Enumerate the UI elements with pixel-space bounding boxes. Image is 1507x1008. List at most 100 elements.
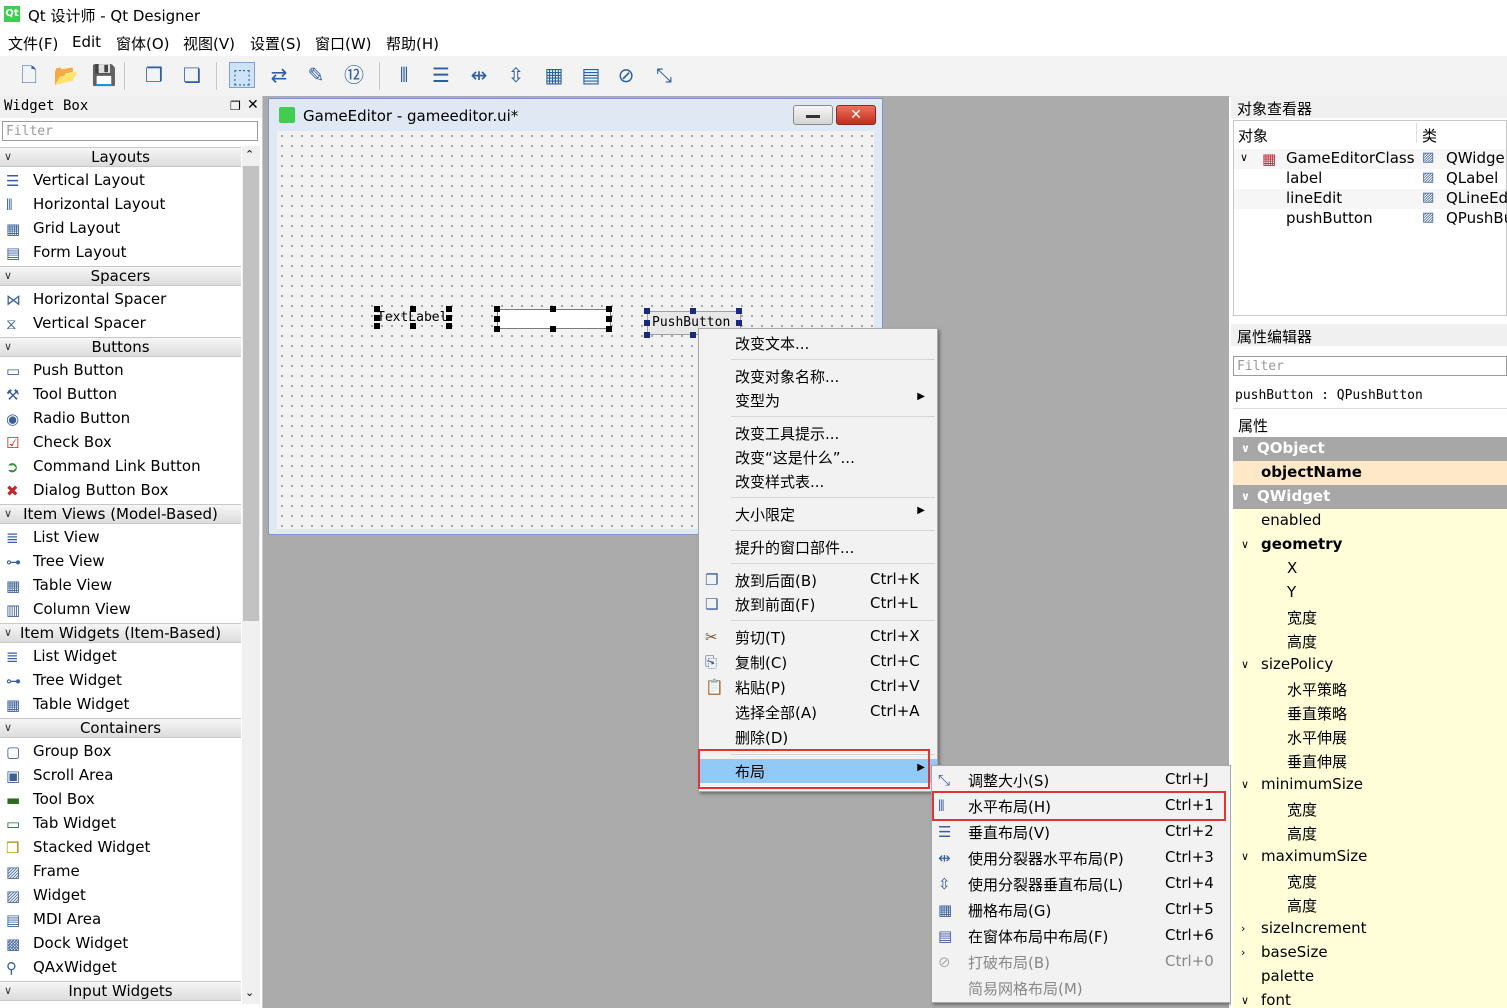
menu-item-5[interactable]: ▦ 栅格布局(G) Ctrl+5 xyxy=(932,898,1230,922)
widget-item-command-link-button[interactable]: ➲ Command Link Button xyxy=(0,455,241,479)
chevron-down-icon[interactable]: ∨ xyxy=(1241,778,1249,791)
widget-item-tool-button[interactable]: ⚒ Tool Button xyxy=(0,383,241,407)
menu-item-19[interactable]: 选择全部(A) Ctrl+A xyxy=(699,700,937,724)
property-row-14[interactable]: ∨ minimumSize xyxy=(1233,773,1507,798)
widget-item-tool-box[interactable]: ▬ Tool Box xyxy=(0,788,241,812)
menu-item-3[interactable]: 变型为 ▶ xyxy=(699,388,937,412)
object-row-label[interactable]: label ▨ QLabel xyxy=(1234,169,1506,189)
scrollbar-thumb[interactable] xyxy=(243,166,259,621)
open-file-icon[interactable]: 📂 xyxy=(53,62,79,88)
menu-item-9[interactable]: 大小限定 ▶ xyxy=(699,502,937,526)
property-row-10[interactable]: 水平策略 xyxy=(1233,677,1507,702)
category-spacers[interactable]: ∨ Spacers xyxy=(0,266,241,286)
property-row-1[interactable]: objectName xyxy=(1233,461,1507,486)
menu-item-16[interactable]: ✂ 剪切(T) Ctrl+X xyxy=(699,625,937,649)
widget-item-list-widget[interactable]: ≣ List Widget xyxy=(0,645,241,669)
property-row-17[interactable]: ∨ maximumSize xyxy=(1233,845,1507,870)
menu-item-3[interactable]: ⇹ 使用分裂器水平布局(P) Ctrl+3 xyxy=(932,846,1230,870)
widget-item-dialog-button-box[interactable]: ✖ Dialog Button Box xyxy=(0,479,241,503)
scroll-up-icon[interactable]: ⌃ xyxy=(245,148,254,161)
property-row-19[interactable]: 高度 xyxy=(1233,893,1507,918)
vertical-layout-icon[interactable]: ☰ xyxy=(428,62,454,88)
category-containers[interactable]: ∨ Containers xyxy=(0,718,241,738)
object-row-lineEdit[interactable]: lineEdit ▨ QLineEd xyxy=(1234,189,1507,209)
object-tree[interactable]: 对象 类 ∨ ▦ GameEditorClass ▨ QWidge label ▨ QLabe… xyxy=(1233,120,1507,316)
menu-item-2[interactable]: ☰ 垂直布局(V) Ctrl+2 xyxy=(932,820,1230,844)
widget-item-qaxwidget[interactable]: ⚲ QAxWidget xyxy=(0,956,241,980)
property-row-2[interactable]: ∨ QWidget xyxy=(1233,485,1507,510)
menu-5[interactable]: 窗口(W) xyxy=(315,33,372,54)
widget-item-check-box[interactable]: ☑ Check Box xyxy=(0,431,241,455)
property-row-6[interactable]: Y xyxy=(1233,581,1507,606)
widget-item-group-box[interactable]: ▢ Group Box xyxy=(0,740,241,764)
menu-item-20[interactable]: 删除(D) xyxy=(699,725,937,749)
grid-layout-icon[interactable]: ▦ xyxy=(541,62,567,88)
property-row-7[interactable]: 宽度 xyxy=(1233,605,1507,630)
column-header-object[interactable]: 对象 xyxy=(1238,125,1268,146)
chevron-right-icon[interactable]: › xyxy=(1241,922,1245,935)
close-button[interactable]: ✕ xyxy=(836,105,876,125)
chevron-down-icon[interactable]: ∨ xyxy=(1241,490,1250,503)
widget-item-radio-button[interactable]: ◉ Radio Button xyxy=(0,407,241,431)
property-row-21[interactable]: › baseSize xyxy=(1233,941,1507,966)
property-row-0[interactable]: ∨ QObject xyxy=(1233,437,1507,462)
property-row-15[interactable]: 宽度 xyxy=(1233,797,1507,822)
menu-item-5[interactable]: 改变工具提示... xyxy=(699,421,937,445)
chevron-down-icon[interactable]: ∨ xyxy=(1241,442,1250,455)
menu-item-7[interactable]: 改变样式表... xyxy=(699,469,937,493)
column-header-class[interactable]: 类 xyxy=(1422,125,1437,146)
widget-item-tree-widget[interactable]: ⊶ Tree Widget xyxy=(0,669,241,693)
property-row-16[interactable]: 高度 xyxy=(1233,821,1507,846)
category-input-widgets[interactable]: ∨ Input Widgets xyxy=(0,981,241,1001)
break-layout-icon[interactable]: ⊘ xyxy=(613,62,639,88)
chevron-down-icon[interactable]: ∨ xyxy=(1241,538,1249,551)
new-file-icon[interactable]: 🗋 xyxy=(16,62,42,88)
property-row-22[interactable]: palette xyxy=(1233,965,1507,990)
vertical-splitter-icon[interactable]: ⇳ xyxy=(503,62,529,88)
menu-item-0[interactable]: ⤡ 调整大小(S) Ctrl+J xyxy=(932,768,1230,792)
widget-item-table-view[interactable]: ▦ Table View xyxy=(0,574,241,598)
category-layouts[interactable]: ∨ Layouts xyxy=(0,147,241,167)
property-row-12[interactable]: 水平伸展 xyxy=(1233,725,1507,750)
menu-item-18[interactable]: 📋 粘贴(P) Ctrl+V xyxy=(699,675,937,699)
menu-1[interactable]: Edit xyxy=(72,33,101,51)
widget-item-list-view[interactable]: ≣ List View xyxy=(0,526,241,550)
property-row-23[interactable]: ∨ font xyxy=(1233,989,1507,1008)
bring-to-front-icon[interactable]: ❏ xyxy=(179,62,205,88)
horizontal-splitter-icon[interactable]: ⇹ xyxy=(466,62,492,88)
menu-item-11[interactable]: 提升的窗口部件... xyxy=(699,535,937,559)
widget-item-tab-widget[interactable]: ▭ Tab Widget xyxy=(0,812,241,836)
menu-item-14[interactable]: ❏ 放到前面(F) Ctrl+L xyxy=(699,592,937,616)
property-row-3[interactable]: enabled xyxy=(1233,509,1507,534)
menu-item-0[interactable]: 改变文本... xyxy=(699,331,937,355)
widget-item-vertical-spacer[interactable]: ⧖ Vertical Spacer xyxy=(0,312,241,336)
category-item-widgets-item-based-[interactable]: ∨ Item Widgets (Item-Based) xyxy=(0,623,241,643)
widget-item-scroll-area[interactable]: ▣ Scroll Area xyxy=(0,764,241,788)
save-icon[interactable]: 💾 xyxy=(91,62,117,88)
menu-item-4[interactable]: ⇳ 使用分裂器垂直布局(L) Ctrl+4 xyxy=(932,872,1230,896)
menu-3[interactable]: 视图(V) xyxy=(183,33,235,54)
adjust-size-icon[interactable]: ⤡ xyxy=(651,62,677,88)
widget-item-vertical-layout[interactable]: ☰ Vertical Layout xyxy=(0,169,241,193)
widget-item-grid-layout[interactable]: ▦ Grid Layout xyxy=(0,217,241,241)
edit-tab-order-icon[interactable]: ⑫ xyxy=(341,62,367,88)
property-filter-input[interactable]: Filter xyxy=(1233,356,1507,376)
property-row-8[interactable]: 高度 xyxy=(1233,629,1507,654)
close-panel-icon[interactable]: ✕ xyxy=(247,97,259,113)
widget-item-column-view[interactable]: ▥ Column View xyxy=(0,598,241,622)
edit-signals-icon[interactable]: ⇄ xyxy=(266,62,292,88)
property-row-9[interactable]: ∨ sizePolicy xyxy=(1233,653,1507,678)
category-item-views-model-based-[interactable]: ∨ Item Views (Model-Based) xyxy=(0,504,241,524)
edit-buddies-icon[interactable]: ✎ xyxy=(303,62,329,88)
menu-item-17[interactable]: ⎘ 复制(C) Ctrl+C xyxy=(699,650,937,674)
menu-2[interactable]: 窗体(O) xyxy=(116,33,170,54)
chevron-down-icon[interactable]: ∨ xyxy=(1241,850,1249,863)
property-row-20[interactable]: › sizeIncrement xyxy=(1233,917,1507,942)
property-row-13[interactable]: 垂直伸展 xyxy=(1233,749,1507,774)
minimize-button[interactable] xyxy=(793,105,833,125)
menu-item-8[interactable]: 简易网格布局(M) xyxy=(932,976,1230,1000)
scroll-down-icon[interactable]: ⌄ xyxy=(245,986,254,999)
widget-item-table-widget[interactable]: ▦ Table Widget xyxy=(0,693,241,717)
widget-item-mdi-area[interactable]: ▤ MDI Area xyxy=(0,908,241,932)
menu-item-13[interactable]: ❐ 放到后面(B) Ctrl+K xyxy=(699,568,937,592)
